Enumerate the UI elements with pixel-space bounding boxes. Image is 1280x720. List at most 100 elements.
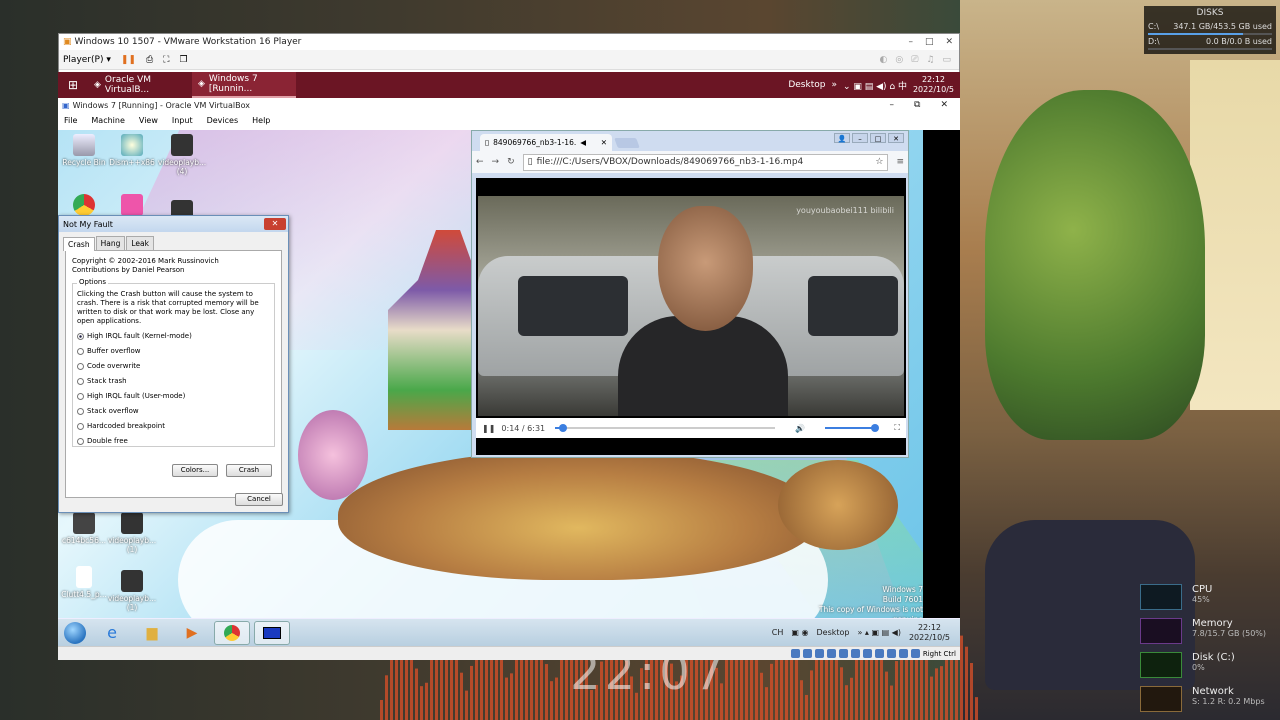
- option-stack-trash[interactable]: Stack trash: [77, 377, 270, 386]
- network-icon[interactable]: [826, 649, 836, 658]
- volume-slider[interactable]: [825, 424, 880, 432]
- taskbar-notmyfault[interactable]: [254, 620, 290, 645]
- back-icon[interactable]: ←: [476, 157, 484, 167]
- tab-leak[interactable]: Leak: [126, 236, 154, 250]
- tray-icons[interactable]: ▣ ◉: [791, 628, 808, 637]
- maximize-button[interactable]: □: [870, 133, 886, 143]
- device-icon[interactable]: ▭: [942, 55, 951, 65]
- minimize-button[interactable]: –: [908, 37, 913, 47]
- device-icon[interactable]: ◐: [879, 55, 887, 65]
- profile-button[interactable]: 👤: [834, 133, 850, 143]
- tab-crash[interactable]: Crash: [63, 237, 95, 251]
- volume-icon[interactable]: 🔊: [795, 424, 805, 433]
- task-label: Windows 7 [Runnin...: [208, 74, 258, 94]
- taskbar-item-win7[interactable]: ◈ Windows 7 [Runnin...: [192, 72, 296, 98]
- volume-handle[interactable]: [871, 424, 880, 432]
- close-button[interactable]: ✕: [888, 133, 904, 143]
- address-bar[interactable]: ▯ file:///C:/Users/VBOX/Downloads/8490697…: [522, 153, 889, 171]
- desktop-icon-recycle-bin[interactable]: Recycle Bin: [58, 134, 110, 167]
- pause-icon[interactable]: ❚❚: [482, 424, 495, 433]
- device-icon[interactable]: ◎: [895, 55, 903, 65]
- desktop-icon-video[interactable]: videoplayb... (1): [106, 570, 158, 612]
- minimize-button[interactable]: –: [852, 133, 868, 143]
- bookmark-star-icon[interactable]: ☆: [875, 157, 883, 167]
- option-code-overwrite[interactable]: Code overwrite: [77, 362, 270, 371]
- tab-close-icon[interactable]: ✕: [601, 138, 607, 147]
- cpu-icon[interactable]: [886, 649, 896, 658]
- hdd-icon[interactable]: [790, 649, 800, 658]
- desktop-icon-clutt[interactable]: Clutt4.5_p...: [58, 566, 110, 599]
- minimize-button[interactable]: –: [890, 100, 895, 110]
- unity-icon[interactable]: ❐: [179, 55, 187, 65]
- taskbar-explorer[interactable]: ▆: [134, 621, 170, 645]
- colors-button[interactable]: Colors...: [172, 464, 218, 477]
- audio-icon[interactable]: [814, 649, 824, 658]
- desktop-icon-file[interactable]: c614bc56...: [58, 512, 110, 545]
- language-indicator[interactable]: CH: [772, 628, 784, 637]
- desktop-toolbar[interactable]: Desktop: [816, 628, 849, 637]
- chevron-icon[interactable]: » ▴ ▣ ▤ ◀): [857, 628, 900, 637]
- icon-label: videoplayb... (4): [157, 158, 207, 176]
- taskbar-chrome[interactable]: [214, 620, 250, 645]
- menu-file[interactable]: File: [64, 116, 77, 125]
- device-icon[interactable]: ⎚: [911, 55, 918, 65]
- cancel-button[interactable]: Cancel: [235, 493, 283, 506]
- desktop-icon-video[interactable]: videoplayb... (1): [106, 512, 158, 554]
- menu-machine[interactable]: Machine: [91, 116, 125, 125]
- wallpaper-turtle: [338, 450, 818, 580]
- taskbar-media[interactable]: ▶: [174, 621, 210, 645]
- display-icon[interactable]: [862, 649, 872, 658]
- desktop-icon-dism[interactable]: Dism++x86: [106, 134, 158, 167]
- option-high-irql-user[interactable]: High IRQL fault (User-mode): [77, 392, 270, 401]
- maximize-button[interactable]: □: [925, 37, 934, 47]
- menu-help[interactable]: Help: [252, 116, 270, 125]
- option-high-irql-kernel[interactable]: High IRQL fault (Kernel-mode): [77, 332, 270, 341]
- virtualbox-icon: ◈: [94, 80, 101, 90]
- fullscreen-icon[interactable]: ⛶: [163, 55, 169, 65]
- win7-clock[interactable]: 22:12 2022/10/5: [909, 623, 950, 643]
- keyboard-icon[interactable]: [910, 649, 920, 658]
- menu-input[interactable]: Input: [172, 116, 193, 125]
- chrome-window: ▯ 849069766_nb3-1-16. ◀ ✕ 👤 – □ ✕ ← → ↻ ▯ file:…: [471, 130, 909, 458]
- desktop-icon-video[interactable]: videoplayb... (4): [156, 134, 208, 176]
- wallpaper-turtle-head: [778, 460, 898, 550]
- video-player[interactable]: youyoubaobei111 bilibili ❚❚ 0:14 / 6:31 …: [476, 178, 906, 455]
- close-button[interactable]: ✕: [945, 37, 953, 47]
- seek-bar[interactable]: [555, 424, 776, 432]
- taskbar-ie[interactable]: e: [94, 621, 130, 645]
- chevron-icon[interactable]: »: [831, 80, 837, 90]
- restore-button[interactable]: ⧉: [914, 100, 920, 110]
- crash-button[interactable]: Crash: [226, 464, 272, 477]
- usb-icon[interactable]: [838, 649, 848, 658]
- reload-icon[interactable]: ↻: [507, 157, 515, 167]
- recording-icon[interactable]: [874, 649, 884, 658]
- shared-folder-icon[interactable]: [850, 649, 860, 658]
- device-icon[interactable]: ♫: [926, 55, 934, 65]
- menu-icon[interactable]: ≡: [896, 157, 904, 167]
- win7-start-orb[interactable]: [64, 621, 86, 644]
- menu-view[interactable]: View: [139, 116, 158, 125]
- forward-icon[interactable]: →: [492, 157, 500, 167]
- player-menu[interactable]: Player(P) ▾: [63, 55, 111, 65]
- new-tab-button[interactable]: [614, 138, 640, 148]
- option-hardcoded-breakpoint[interactable]: Hardcoded breakpoint: [77, 422, 270, 431]
- close-button[interactable]: ✕: [940, 100, 948, 110]
- optical-icon[interactable]: [802, 649, 812, 658]
- menu-devices[interactable]: Devices: [207, 116, 239, 125]
- windows-start-icon[interactable]: ⊞: [58, 78, 88, 92]
- desktop-toolbar[interactable]: Desktop: [788, 80, 825, 90]
- tab-hang[interactable]: Hang: [95, 236, 126, 250]
- print-icon[interactable]: ⎙: [146, 55, 153, 65]
- seek-handle[interactable]: [559, 424, 568, 432]
- close-button[interactable]: ✕: [264, 218, 286, 230]
- fullscreen-icon[interactable]: ⛶: [894, 423, 900, 433]
- mouse-icon[interactable]: [898, 649, 908, 658]
- win10-clock[interactable]: 22:12 2022/10/5: [913, 75, 954, 95]
- tray-icons[interactable]: ⌄ ▣ ▤ ◀) ⌂ 中: [843, 79, 907, 92]
- option-buffer-overflow[interactable]: Buffer overflow: [77, 347, 270, 356]
- taskbar-item-virtualbox[interactable]: ◈ Oracle VM VirtualB...: [88, 72, 192, 98]
- pause-icon[interactable]: ❚❚: [121, 55, 136, 65]
- option-double-free[interactable]: Double free: [77, 437, 270, 446]
- browser-tab[interactable]: ▯ 849069766_nb3-1-16. ◀ ✕: [480, 134, 612, 151]
- option-stack-overflow[interactable]: Stack overflow: [77, 407, 270, 416]
